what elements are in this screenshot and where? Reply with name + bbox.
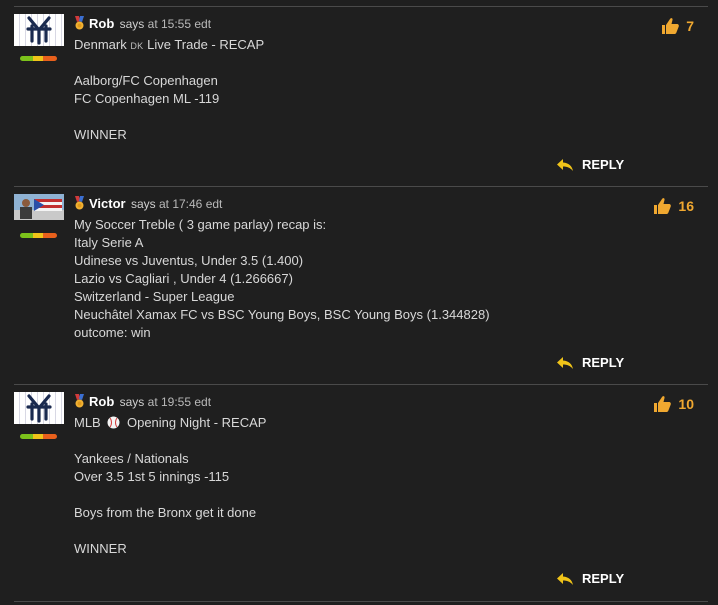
comment-line: FC Copenhagen ML -119 — [74, 91, 220, 106]
reputation-bar — [20, 434, 57, 439]
comment-line: Denmark DK Live Trade - RECAP — [74, 37, 265, 52]
thumbs-up-icon — [662, 18, 680, 34]
like-button[interactable]: 7 — [660, 17, 694, 35]
comment-line: MLB Opening Night - RECAP — [74, 414, 634, 432]
comment-meta: Rob says at 19:55 edt — [74, 394, 211, 409]
reply-label: REPLY — [582, 355, 625, 370]
reply-arrow-icon — [557, 572, 573, 585]
comment-meta: Rob says at 15:55 edt — [74, 16, 211, 31]
comment-line: Boys from the Bronx get it done — [74, 505, 257, 520]
comment-body: MLB Opening Night - RECAP Yankees / Nati… — [74, 414, 634, 558]
comment-line: Aalborg/FC Copenhagen — [74, 73, 218, 88]
comment-line — [74, 108, 634, 126]
yankees-logo-icon — [26, 16, 52, 45]
medal-icon — [74, 16, 85, 30]
comment-line — [74, 432, 634, 450]
reply-label: REPLY — [582, 571, 625, 586]
medal-icon — [74, 196, 85, 210]
comment-body: My Soccer Treble ( 3 game parlay) recap … — [74, 216, 634, 342]
reply-button[interactable]: REPLY — [556, 157, 624, 172]
avatar[interactable] — [14, 14, 64, 46]
author-name[interactable]: Rob — [89, 394, 114, 409]
like-button[interactable]: 16 — [652, 197, 694, 215]
divider — [14, 186, 708, 187]
author-name[interactable]: Rob — [89, 16, 114, 31]
comment-meta: Victor says at 17:46 edt — [74, 196, 222, 211]
timestamp[interactable]: at 15:55 edt — [148, 17, 211, 31]
baseball-icon — [107, 416, 120, 434]
timestamp[interactable]: at 17:46 edt — [159, 197, 222, 211]
reputation-bar — [20, 56, 57, 61]
like-button[interactable]: 10 — [652, 395, 694, 413]
divider — [14, 601, 708, 602]
yankees-logo-icon — [26, 394, 52, 423]
comment-line — [74, 54, 634, 72]
divider — [14, 6, 708, 7]
says-text: says — [119, 17, 145, 31]
comment-body: Denmark DK Live Trade - RECAP Aalborg/FC… — [74, 36, 634, 144]
comment-line: Over 3.5 1st 5 innings -115 — [74, 469, 230, 484]
medal-icon — [74, 394, 85, 408]
comment-line — [74, 486, 634, 504]
reply-button[interactable]: REPLY — [556, 355, 624, 370]
comment-line: Neuchâtel Xamax FC vs BSC Young Boys, BS… — [74, 307, 490, 322]
comment-line: Yankees / Nationals — [74, 451, 189, 466]
thumbs-up-icon — [654, 198, 672, 214]
reply-arrow-icon — [557, 356, 573, 369]
timestamp[interactable]: at 19:55 edt — [148, 395, 211, 409]
like-count: 10 — [678, 396, 694, 412]
avatar[interactable] — [14, 392, 64, 424]
comment-line: WINNER — [74, 541, 127, 556]
like-count: 16 — [678, 198, 694, 214]
reply-arrow-icon — [557, 158, 573, 171]
reply-label: REPLY — [582, 157, 625, 172]
author-name[interactable]: Victor — [89, 196, 126, 211]
avatar[interactable] — [14, 194, 64, 220]
says-text: says — [130, 197, 156, 211]
comment-line: Udinese vs Juventus, Under 3.5 (1.400) — [74, 253, 304, 268]
comment-line: Lazio vs Cagliari , Under 4 (1.266667) — [74, 271, 293, 286]
reputation-bar — [20, 233, 57, 238]
divider — [14, 384, 708, 385]
comment-line: Switzerland - Super League — [74, 289, 235, 304]
reply-button[interactable]: REPLY — [556, 571, 624, 586]
photo-avatar — [14, 194, 64, 220]
comment-line: WINNER — [74, 127, 127, 142]
says-text: says — [119, 395, 145, 409]
comment-line — [74, 522, 634, 540]
comment-line: Italy Serie A — [74, 235, 144, 250]
thumbs-up-icon — [654, 396, 672, 412]
comment-line: My Soccer Treble ( 3 game parlay) recap … — [74, 217, 327, 232]
like-count: 7 — [686, 18, 694, 34]
flag-code: DK — [130, 41, 144, 51]
comment-line: outcome: win — [74, 325, 151, 340]
